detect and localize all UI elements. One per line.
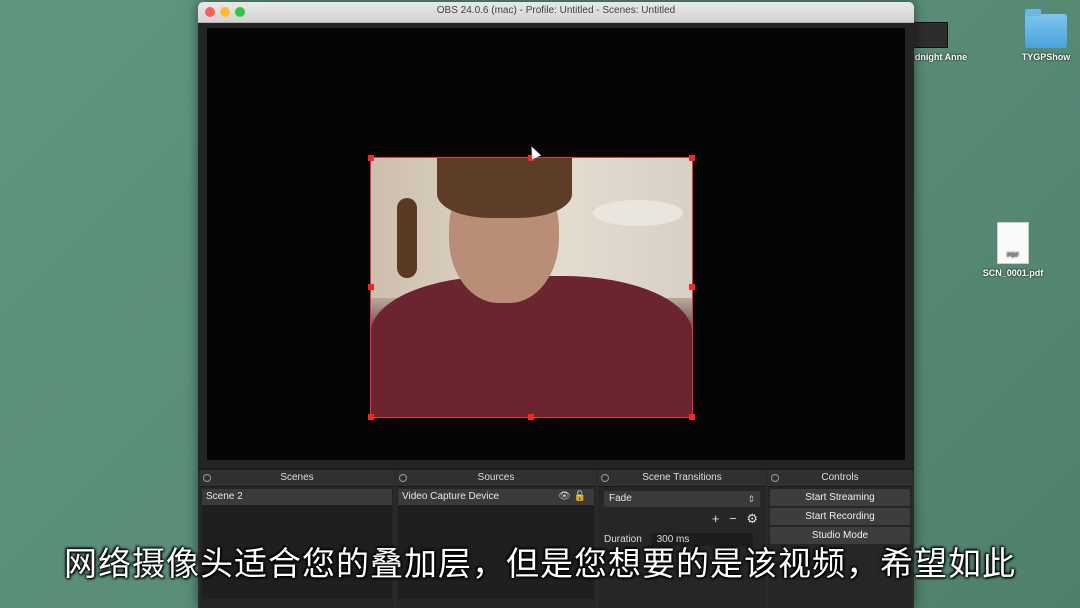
gear-icon[interactable]: ⚙ (746, 511, 758, 526)
resize-handle-bottom-left[interactable] (368, 414, 374, 420)
lock-icon[interactable]: 🔓 (574, 491, 586, 502)
remove-transition-button[interactable]: − (729, 511, 737, 526)
resize-handle-top-right[interactable] (689, 155, 695, 161)
transition-buttons: + − ⚙ (598, 511, 766, 529)
source-item[interactable]: Video Capture Device 👁 🔓 (398, 489, 594, 505)
scenes-header: Scenes (200, 470, 394, 487)
resize-handle-bottom-right[interactable] (689, 414, 695, 420)
person-hair (437, 158, 572, 218)
dock-float-icon[interactable] (771, 474, 779, 482)
webcam-source[interactable] (370, 157, 693, 418)
scene-item[interactable]: Scene 2 (202, 489, 392, 505)
eye-icon[interactable]: 👁 (558, 491, 571, 502)
guitar (397, 198, 417, 278)
dark-thumbnail-icon (908, 22, 948, 48)
resize-handle-right[interactable] (689, 284, 695, 290)
desktop-icon-midnight[interactable]: dnight Anne (906, 22, 976, 62)
add-transition-button[interactable]: + (712, 511, 720, 526)
ceiling-fan (593, 200, 683, 226)
desktop-icon-label: SCN_0001.pdf (982, 268, 1044, 278)
desktop-icon-tygpshow[interactable]: TYGPShow (1016, 9, 1076, 62)
video-subtitle: 网络摄像头适合您的叠加层，但是您想要的是该视频，希望如此 (64, 544, 1016, 583)
start-recording-button[interactable]: Start Recording (770, 508, 910, 525)
preview-area (198, 23, 914, 468)
chevron-updown-icon: ⇕ (747, 494, 755, 504)
dock-float-icon[interactable] (601, 474, 609, 482)
source-item-label: Video Capture Device (402, 491, 500, 502)
transitions-header: Scene Transitions (598, 470, 766, 487)
start-streaming-button[interactable]: Start Streaming (770, 489, 910, 506)
desktop-icon-pdf[interactable]: PDF SCN_0001.pdf (978, 222, 1048, 278)
desktop-icon-label: TYGPShow (1021, 52, 1071, 62)
resize-handle-top-left[interactable] (368, 155, 374, 161)
pdf-file-icon: PDF (997, 222, 1029, 264)
sources-header: Sources (396, 470, 596, 487)
resize-handle-bottom[interactable] (528, 414, 534, 420)
person-hoodie (371, 276, 692, 417)
folder-icon (1025, 9, 1067, 48)
obs-window: OBS 24.0.6 (mac) - Profile: Untitled - S… (198, 2, 914, 608)
controls-header: Controls (768, 470, 912, 487)
dock-float-icon[interactable] (203, 474, 211, 482)
title-bar[interactable]: OBS 24.0.6 (mac) - Profile: Untitled - S… (198, 2, 914, 23)
dock-float-icon[interactable] (399, 474, 407, 482)
resize-handle-left[interactable] (368, 284, 374, 290)
window-title: OBS 24.0.6 (mac) - Profile: Untitled - S… (436, 5, 676, 16)
desktop-icon-label: dnight Anne (914, 52, 968, 62)
transition-select[interactable]: Fade ⇕ (604, 491, 760, 507)
preview-canvas[interactable] (207, 28, 905, 460)
